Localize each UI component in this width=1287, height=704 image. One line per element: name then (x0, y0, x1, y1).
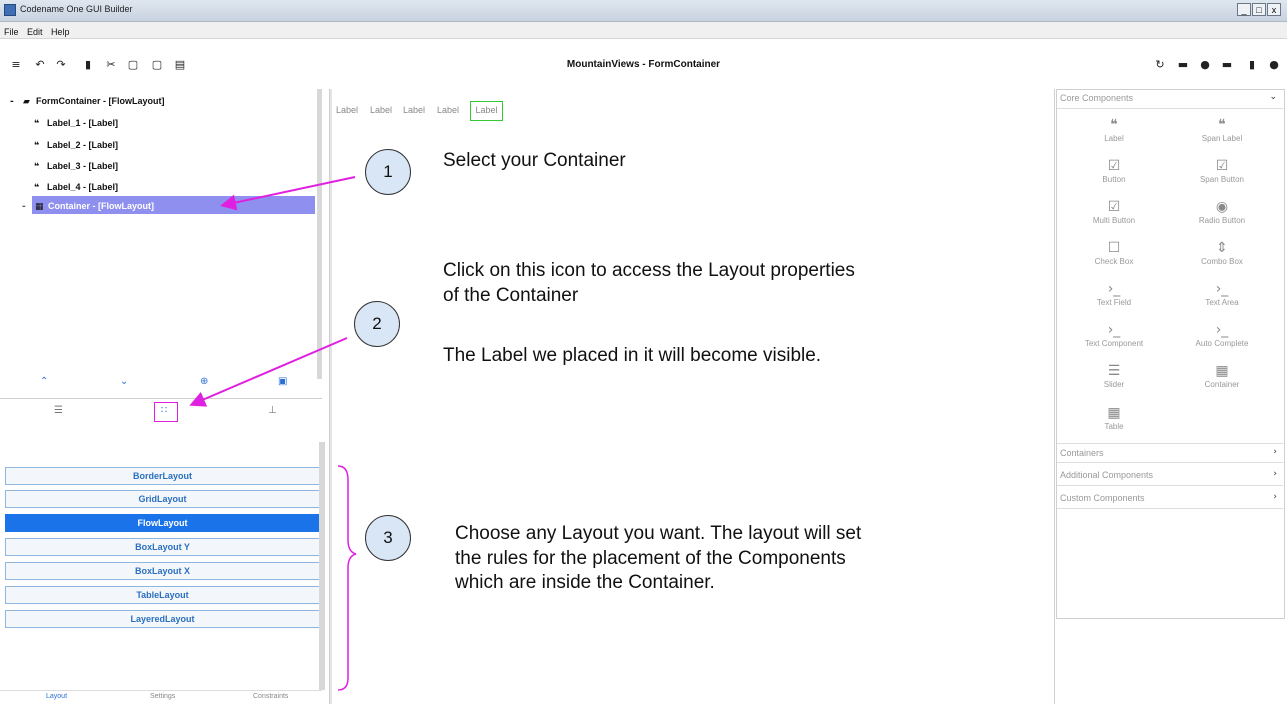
step-3-badge: 3 (365, 515, 411, 561)
step-1-badge: 1 (365, 149, 411, 195)
step-1-text: Select your Container (443, 150, 626, 171)
step-3-line-1: Choose any Layout you want. The layout w… (455, 523, 862, 544)
arrow-1 (220, 176, 356, 211)
arrow-2 (189, 337, 348, 407)
step-2-line-2: of the Container (443, 285, 579, 306)
step-2-badge: 2 (354, 301, 400, 347)
step-3-line-3: which are inside the Container. (455, 572, 715, 593)
step-2-line-3: The Label we placed in it will become vi… (443, 345, 822, 366)
step-2-line-1: Click on this icon to access the Layout … (443, 260, 855, 281)
layout-brace (337, 465, 357, 691)
step-3-line-2: the rules for the placement of the Compo… (455, 548, 846, 569)
